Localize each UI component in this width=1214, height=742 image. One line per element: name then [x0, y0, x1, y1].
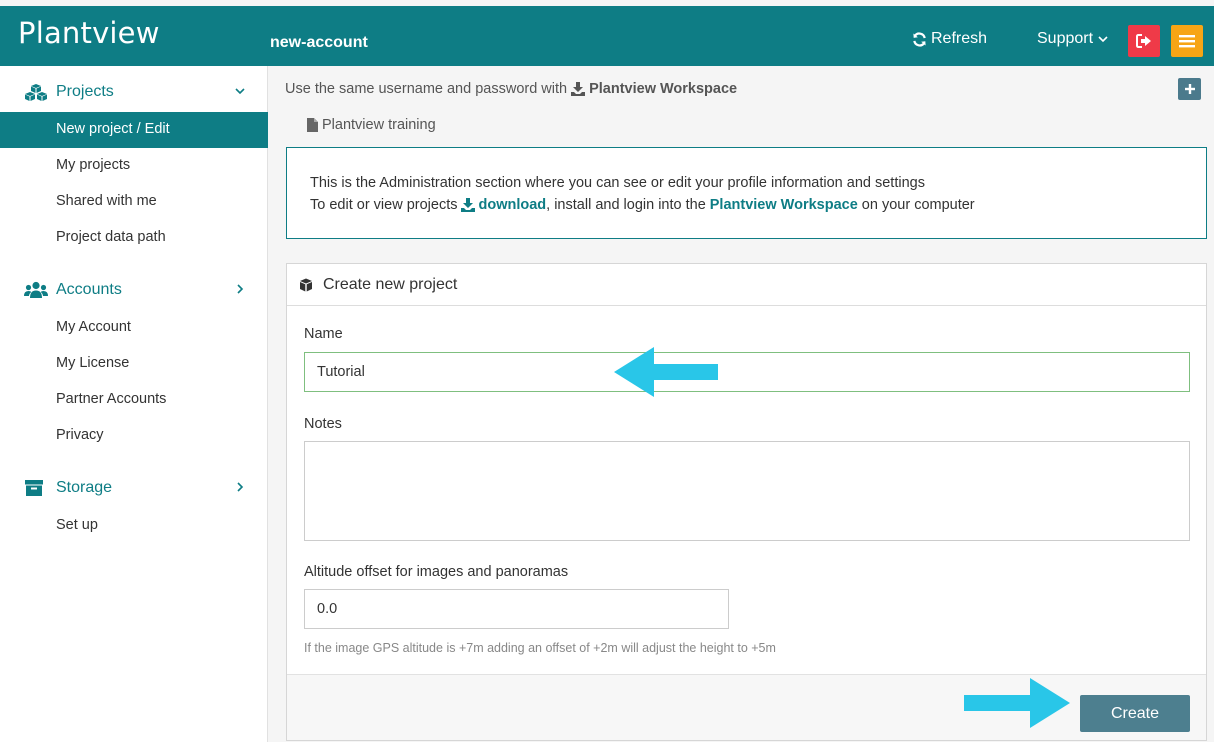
create-button[interactable]: Create [1080, 695, 1190, 732]
file-icon [307, 118, 318, 132]
sidebar-item-my-projects[interactable]: My projects [0, 148, 268, 184]
sidebar-item-label: Privacy [56, 427, 104, 443]
add-button[interactable] [1178, 78, 1201, 100]
sidebar-section-label: Projects [56, 83, 114, 100]
chevron-down-icon [1098, 36, 1108, 43]
support-label: Support [1037, 30, 1094, 47]
notice-suffix: on your computer [861, 197, 975, 213]
logout-button[interactable] [1128, 25, 1160, 57]
sidebar-item-label: New project / Edit [56, 121, 170, 137]
notes-textarea[interactable] [304, 441, 1190, 541]
info-text: Use the same username and password with [285, 81, 568, 97]
refresh-label: Refresh [931, 30, 988, 47]
sidebar-section-label: Accounts [56, 281, 122, 298]
users-icon [24, 281, 48, 298]
notice-line-2: To edit or view projects download , inst… [310, 197, 975, 213]
sidebar-item-label: My Account [56, 319, 131, 335]
workspace-link-label: Plantview Workspace [589, 81, 738, 97]
sign-out-icon [1136, 34, 1151, 48]
training-link[interactable]: Plantview training [307, 117, 436, 133]
sidebar-item-label: Project data path [56, 229, 166, 245]
altitude-help-text: If the image GPS altitude is +7m adding … [304, 641, 776, 655]
panel-header: Create new project [287, 264, 1206, 306]
right-arrow-icon [964, 678, 1070, 728]
chevron-right-icon [237, 482, 244, 492]
create-project-panel: Create new project Name Notes Altitude o… [286, 263, 1207, 741]
sidebar-item-shared-with-me[interactable]: Shared with me [0, 184, 268, 220]
sidebar-item-partner-accounts[interactable]: Partner Accounts [0, 382, 268, 418]
archive-icon [25, 480, 43, 496]
sidebar-section-label: Storage [56, 479, 113, 496]
plus-icon [1184, 84, 1195, 94]
sidebar-section-storage[interactable]: Storage [0, 470, 268, 506]
top-navbar: Plantview new-account Refresh Support [0, 6, 1214, 66]
left-arrow-icon [614, 347, 718, 397]
sidebar-item-new-project[interactable]: New project / Edit [0, 112, 268, 148]
sidebar-item-set-up[interactable]: Set up [0, 508, 268, 544]
refresh-button[interactable]: Refresh [912, 30, 987, 48]
sidebar-section-projects[interactable]: Projects [0, 74, 268, 110]
workspace-info-line: Use the same username and password with … [285, 81, 737, 97]
download-link[interactable]: download [461, 197, 546, 213]
admin-notice-box: This is the Administration section where… [286, 147, 1207, 239]
project-name-input[interactable] [304, 352, 1190, 392]
notice-prefix: To edit or view projects [310, 197, 458, 213]
training-link-label: Plantview training [322, 117, 436, 133]
sidebar-item-label: My License [56, 355, 130, 371]
altitude-offset-input[interactable] [304, 589, 729, 629]
notice-middle: , install and login into the [546, 197, 706, 213]
hamburger-menu-button[interactable] [1171, 25, 1203, 57]
sidebar-item-privacy[interactable]: Privacy [0, 418, 268, 454]
support-dropdown[interactable]: Support [1037, 30, 1108, 48]
panel-title: Create new project [323, 276, 458, 293]
sidebar-item-project-data-path[interactable]: Project data path [0, 220, 268, 256]
download-link-label: download [478, 197, 547, 213]
cubes-icon [25, 84, 47, 101]
account-name: new-account [270, 34, 368, 51]
workspace-link[interactable]: Plantview Workspace [710, 197, 858, 213]
sidebar-item-my-account[interactable]: My Account [0, 310, 268, 346]
brand-logo[interactable]: Plantview [18, 16, 160, 50]
sidebar: Projects New project / Edit My projects … [0, 66, 268, 742]
altitude-label: Altitude offset for images and panoramas [304, 564, 569, 580]
refresh-icon [913, 31, 926, 47]
sidebar-item-label: My projects [56, 157, 131, 173]
sidebar-item-label: Partner Accounts [56, 391, 167, 407]
name-label: Name [304, 326, 343, 342]
sidebar-item-label: Set up [56, 517, 98, 533]
chevron-right-icon [237, 284, 244, 294]
notes-label: Notes [304, 416, 342, 432]
download-icon [571, 82, 586, 96]
cube-icon [300, 278, 312, 292]
hamburger-icon [1179, 35, 1195, 48]
chevron-down-icon [235, 88, 245, 95]
sidebar-section-accounts[interactable]: Accounts [0, 272, 268, 308]
download-icon [461, 198, 476, 212]
workspace-download-link[interactable]: Plantview Workspace [571, 81, 737, 97]
notice-line-1: This is the Administration section where… [310, 175, 925, 191]
sidebar-item-label: Shared with me [56, 193, 157, 209]
sidebar-item-my-license[interactable]: My License [0, 346, 268, 382]
